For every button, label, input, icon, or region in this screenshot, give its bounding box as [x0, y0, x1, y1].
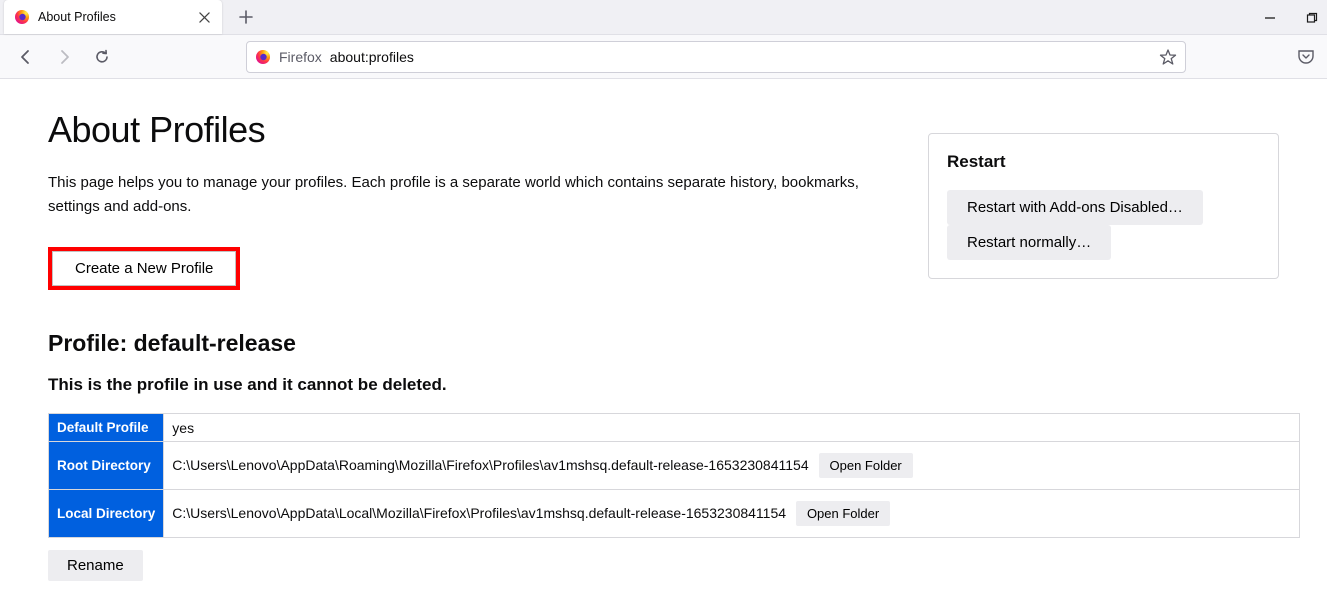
bookmark-star-icon[interactable]: [1159, 48, 1177, 66]
firefox-icon: [14, 9, 30, 25]
tab-strip: About Profiles: [0, 0, 1327, 35]
open-folder-button[interactable]: Open Folder: [796, 501, 890, 526]
restart-card: Restart Restart with Add-ons Disabled… R…: [928, 133, 1279, 279]
browser-tab[interactable]: About Profiles: [4, 0, 222, 34]
new-tab-button[interactable]: [232, 3, 260, 31]
profile-table: Default Profile yes Root Directory C:\Us…: [48, 413, 1300, 538]
navigation-toolbar: Firefox about:profiles: [0, 35, 1327, 79]
row-label: Default Profile: [49, 414, 164, 442]
rename-button[interactable]: Rename: [48, 550, 143, 581]
profile-heading: Profile: default-release: [48, 330, 888, 357]
row-value: yes: [172, 420, 194, 436]
row-label: Root Directory: [49, 442, 164, 490]
restart-normally-button[interactable]: Restart normally…: [947, 225, 1111, 260]
page-heading: About Profiles: [48, 109, 888, 151]
window-controls: [1261, 0, 1321, 35]
open-folder-button[interactable]: Open Folder: [819, 453, 913, 478]
tab-title: About Profiles: [38, 10, 188, 24]
firefox-icon: [255, 49, 271, 65]
restart-addons-disabled-button[interactable]: Restart with Add-ons Disabled…: [947, 190, 1203, 225]
restore-button[interactable]: [1303, 9, 1321, 27]
restart-title: Restart: [947, 152, 1260, 172]
page-content: About Profiles This page helps you to ma…: [0, 79, 1327, 611]
row-label: Local Directory: [49, 490, 164, 538]
back-button[interactable]: [12, 43, 40, 71]
url-bar[interactable]: Firefox about:profiles: [246, 41, 1186, 73]
row-value: C:\Users\Lenovo\AppData\Local\Mozilla\Fi…: [172, 505, 786, 521]
forward-button[interactable]: [50, 43, 78, 71]
profile-in-use-text: This is the profile in use and it cannot…: [48, 375, 888, 395]
row-value: C:\Users\Lenovo\AppData\Roaming\Mozilla\…: [172, 457, 808, 473]
table-row: Local Directory C:\Users\Lenovo\AppData\…: [49, 490, 1300, 538]
create-profile-button[interactable]: Create a New Profile: [52, 251, 236, 286]
table-row: Root Directory C:\Users\Lenovo\AppData\R…: [49, 442, 1300, 490]
highlight-annotation: Create a New Profile: [48, 247, 240, 290]
pocket-icon[interactable]: [1297, 48, 1315, 66]
reload-button[interactable]: [88, 43, 116, 71]
url-text: about:profiles: [330, 49, 1151, 65]
minimize-button[interactable]: [1261, 9, 1279, 27]
page-subtitle: This page helps you to manage your profi…: [48, 171, 868, 219]
table-row: Default Profile yes: [49, 414, 1300, 442]
close-tab-icon[interactable]: [196, 9, 212, 25]
identity-label: Firefox: [279, 49, 322, 65]
